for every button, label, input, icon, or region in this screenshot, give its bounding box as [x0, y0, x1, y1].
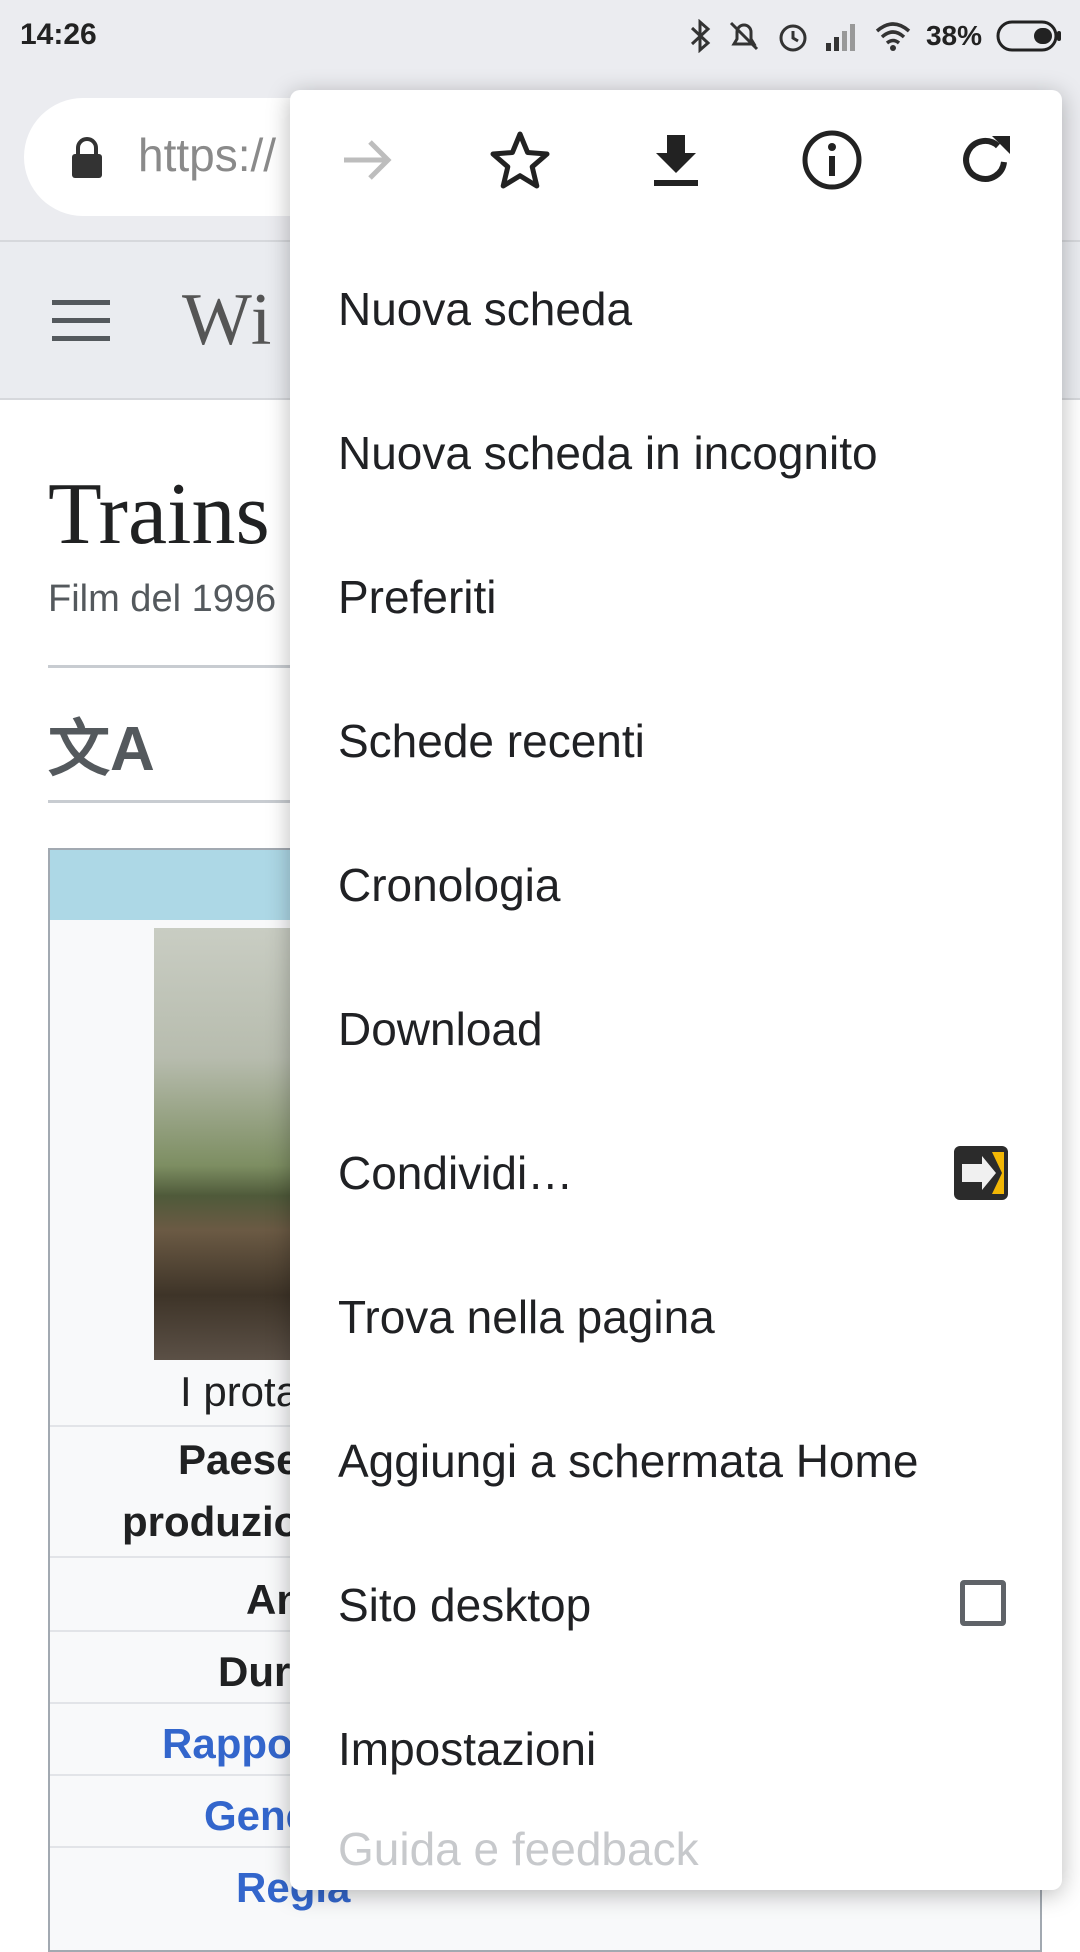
status-bar: 14:26 38%	[0, 0, 1080, 72]
menu-item-label: Aggiungi a schermata Home	[338, 1435, 919, 1487]
desktop-site-checkbox[interactable]	[960, 1580, 1006, 1626]
article-title: Trains	[48, 466, 270, 563]
battery-icon	[996, 20, 1061, 52]
menu-item-label: Schede recenti	[338, 715, 645, 767]
menu-item-help-feedback[interactable]: Guida e feedback	[290, 1746, 1062, 1890]
menu-item-label: Nuova scheda	[338, 283, 633, 335]
menu-item-label: Guida e feedback	[338, 1823, 699, 1875]
battery-percent: 38%	[925, 20, 982, 51]
infobox-label: Paese	[178, 1436, 300, 1483]
info-icon[interactable]	[800, 128, 864, 192]
menu-item-share[interactable]: Condividi…	[290, 1100, 1062, 1244]
menu-item-incognito-tab[interactable]: Nuova scheda in incognito	[290, 380, 1062, 524]
menu-item-label: Sito desktop	[338, 1579, 592, 1631]
infobox-label: Dur	[218, 1648, 291, 1695]
menu-item-desktop-site[interactable]: Sito desktop	[290, 1532, 1062, 1676]
infobox-link[interactable]: Rappo	[162, 1720, 293, 1768]
wikipedia-logo[interactable]: Wi	[182, 278, 273, 363]
lock-icon	[72, 137, 102, 178]
status-time: 14:26	[20, 18, 97, 51]
alarm-icon	[779, 24, 807, 52]
menu-item-bookmarks[interactable]: Preferiti	[290, 524, 1062, 668]
refresh-icon[interactable]	[954, 128, 1018, 192]
menu-item-label: Download	[338, 1003, 543, 1055]
download-icon[interactable]	[644, 128, 708, 192]
menu-item-add-to-home[interactable]: Aggiungi a schermata Home	[290, 1388, 1062, 1532]
menu-item-label: Condividi…	[338, 1147, 574, 1199]
url-text[interactable]: https://	[138, 128, 276, 182]
infobox-label: produzio	[122, 1498, 300, 1545]
menu-item-downloads[interactable]: Download	[290, 956, 1062, 1100]
star-icon[interactable]	[488, 128, 552, 192]
menu-item-label: Trova nella pagina	[338, 1291, 715, 1343]
signal-icon	[825, 24, 855, 51]
menu-item-history[interactable]: Cronologia	[290, 812, 1062, 956]
article-subtitle: Film del 1996	[48, 578, 277, 620]
menu-icon-row	[290, 90, 1062, 232]
mute-bell-icon	[729, 21, 759, 51]
hamburger-menu-icon[interactable]	[52, 298, 112, 344]
menu-item-label: Cronologia	[338, 859, 561, 911]
menu-item-label: Preferiti	[338, 571, 497, 623]
infobox-caption: I prota	[180, 1368, 300, 1415]
menu-item-recent-tabs[interactable]: Schede recenti	[290, 668, 1062, 812]
overflow-menu: Nuova scheda Nuova scheda in incognito P…	[290, 90, 1062, 1890]
forward-icon[interactable]	[336, 128, 400, 192]
menu-item-label: Nuova scheda in incognito	[338, 427, 878, 479]
share-app-icon[interactable]	[954, 1146, 1008, 1200]
bluetooth-icon	[690, 19, 711, 53]
language-icon[interactable]: 文A	[48, 698, 155, 788]
wifi-icon	[875, 22, 911, 51]
status-icons: 38%	[690, 14, 1062, 58]
menu-item-new-tab[interactable]: Nuova scheda	[290, 236, 1062, 380]
menu-item-find-in-page[interactable]: Trova nella pagina	[290, 1244, 1062, 1388]
